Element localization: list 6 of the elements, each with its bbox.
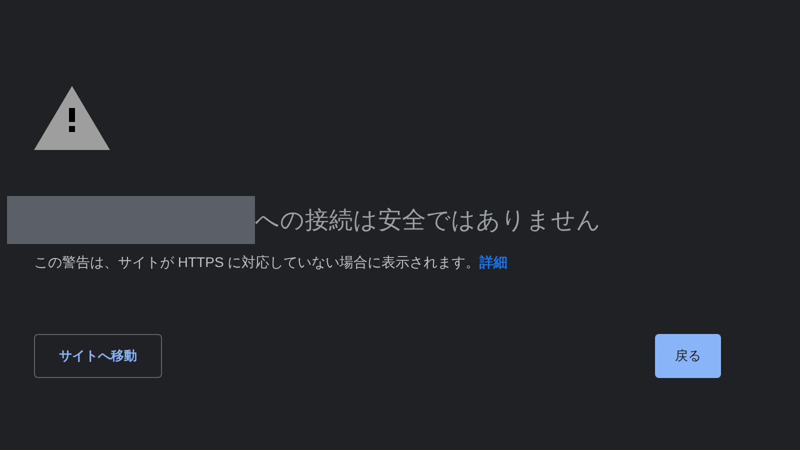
warning-message: この警告は、サイトが HTTPS に対応していない場合に表示されます。詳細 [34, 254, 509, 272]
warning-icon [34, 86, 110, 150]
details-link[interactable]: 詳細 [480, 254, 508, 270]
warning-heading: への接続は安全ではありません [255, 206, 601, 236]
proceed-button[interactable]: サイトへ移動 [34, 334, 162, 378]
back-button[interactable]: 戻る [655, 334, 721, 378]
